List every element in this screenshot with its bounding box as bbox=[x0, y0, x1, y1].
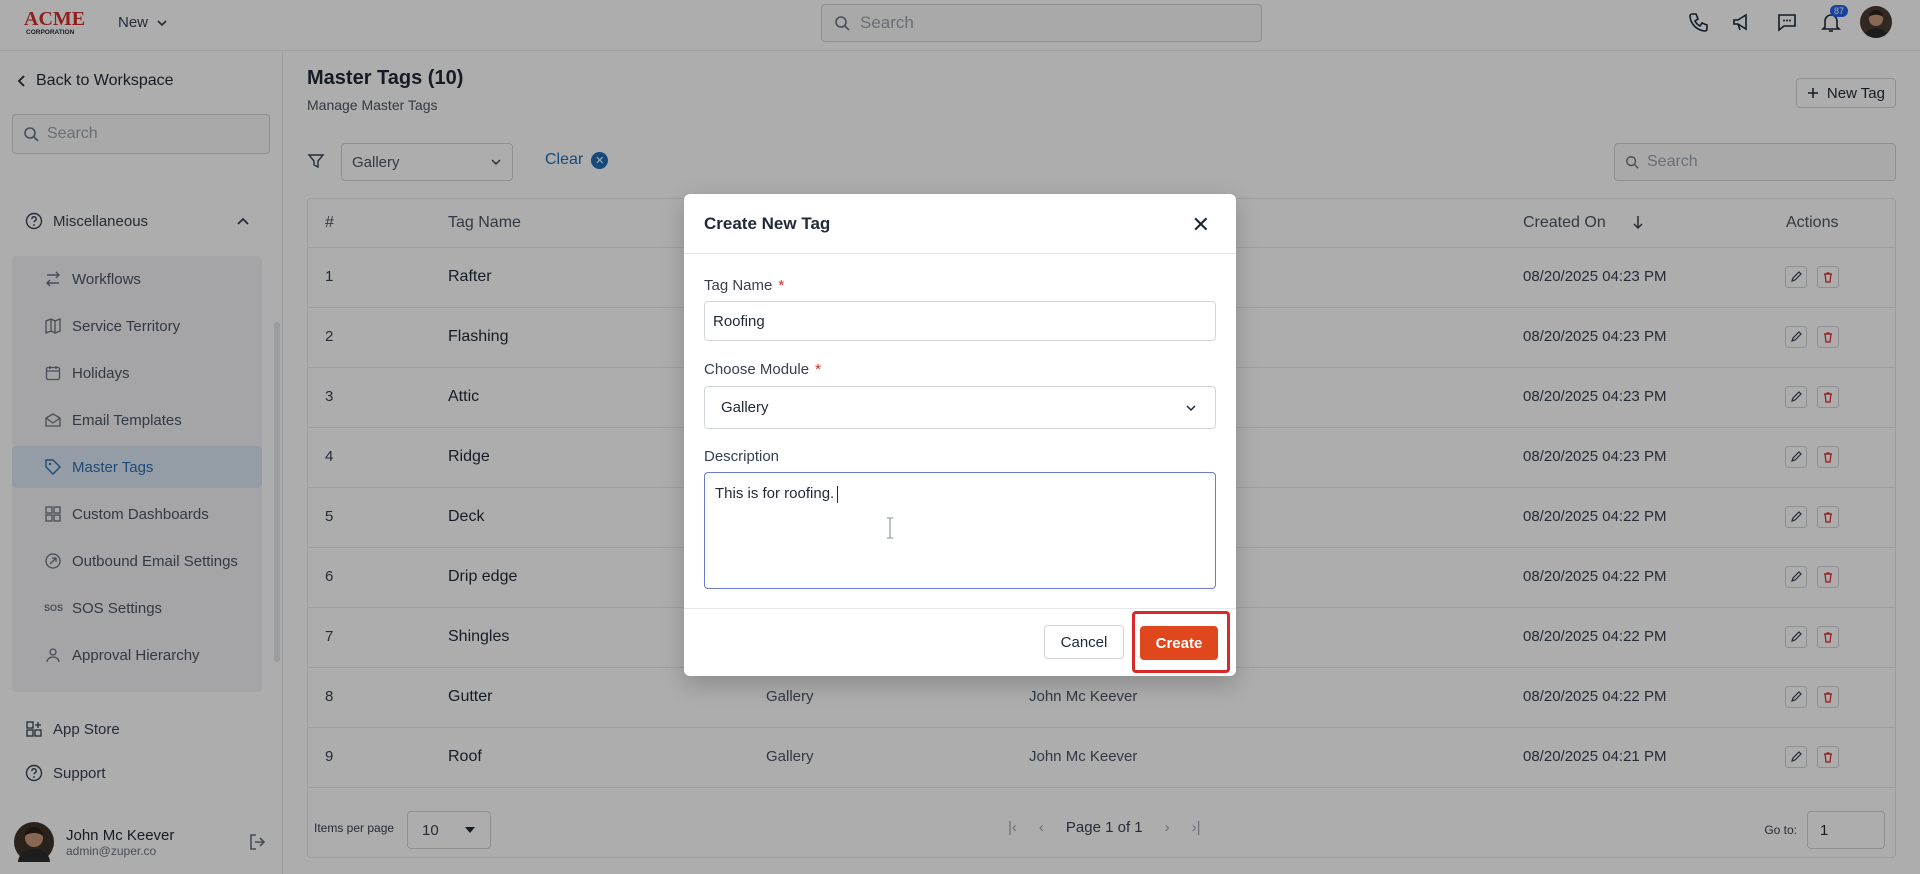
module-value: Gallery bbox=[721, 399, 769, 416]
create-button-highlight: Create bbox=[1132, 611, 1230, 673]
tag-name-value: Roofing bbox=[713, 312, 765, 330]
cancel-button[interactable]: Cancel bbox=[1044, 625, 1124, 659]
close-icon[interactable]: ✕ bbox=[1192, 212, 1210, 238]
description-textarea[interactable]: This is for roofing. bbox=[704, 472, 1216, 589]
create-button[interactable]: Create bbox=[1140, 626, 1218, 660]
text-cursor-icon bbox=[887, 517, 893, 539]
module-label-text: Choose Module bbox=[704, 361, 810, 378]
dialog-footer: Cancel Create bbox=[684, 608, 1236, 676]
module-label: Choose Module * bbox=[704, 361, 821, 378]
tag-name-input[interactable]: Roofing bbox=[704, 301, 1216, 341]
tag-name-label: Tag Name * bbox=[704, 277, 784, 294]
text-caret bbox=[837, 485, 839, 503]
description-label: Description bbox=[704, 448, 780, 465]
create-tag-dialog: Create New Tag ✕ Tag Name * Roofing Choos… bbox=[684, 194, 1236, 676]
required-mark: * bbox=[778, 277, 785, 294]
chevron-down-icon bbox=[1186, 404, 1196, 411]
dialog-header: Create New Tag ✕ bbox=[684, 194, 1236, 254]
dialog-title: Create New Tag bbox=[704, 214, 831, 233]
tag-name-label-text: Tag Name bbox=[704, 277, 773, 294]
description-value: This is for roofing. bbox=[715, 485, 835, 502]
module-select[interactable]: Gallery bbox=[704, 386, 1216, 429]
required-mark: * bbox=[815, 361, 821, 378]
